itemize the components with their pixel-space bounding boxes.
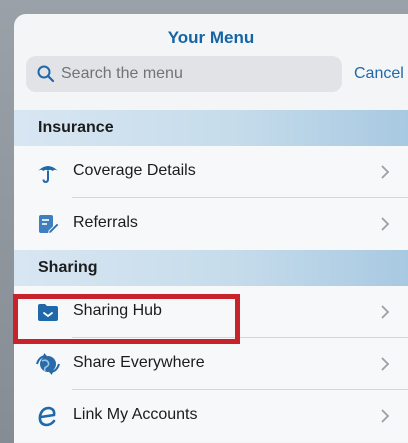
menu-item-label: Share Everywhere bbox=[73, 354, 205, 371]
globe-share-icon bbox=[36, 353, 60, 375]
search-input[interactable]: Search the menu bbox=[61, 65, 183, 83]
menu-sheet: Your Menu Search the menu Cancel Insuran… bbox=[14, 14, 408, 443]
section-label: Insurance bbox=[38, 119, 114, 136]
chevron-right-icon bbox=[381, 357, 390, 371]
menu-item-label: Link My Accounts bbox=[73, 406, 198, 423]
section-header-insurance: Insurance bbox=[14, 110, 408, 146]
menu-item-label: Coverage Details bbox=[73, 162, 196, 179]
search-field[interactable]: Search the menu bbox=[26, 56, 342, 92]
chevron-right-icon bbox=[381, 217, 390, 231]
chevron-right-icon bbox=[381, 165, 390, 179]
umbrella-icon bbox=[38, 166, 58, 184]
section-header-sharing: Sharing bbox=[14, 250, 408, 286]
section-label: Sharing bbox=[38, 259, 98, 276]
highlight-box bbox=[13, 294, 240, 344]
menu-item-referrals[interactable]: Referrals bbox=[14, 198, 408, 250]
search-icon bbox=[37, 65, 55, 83]
chevron-right-icon bbox=[381, 409, 390, 423]
link-e-icon bbox=[38, 406, 56, 427]
menu-title: Your Menu bbox=[167, 28, 255, 47]
referral-form-icon bbox=[39, 215, 60, 235]
chevron-right-icon bbox=[381, 305, 390, 319]
menu-item-link-my-accounts[interactable]: Link My Accounts bbox=[14, 390, 408, 442]
menu-item-share-everywhere[interactable]: Share Everywhere bbox=[14, 338, 408, 390]
menu-item-label: Referrals bbox=[73, 214, 138, 231]
background-overlay: Your Menu Search the menu Cancel Insuran… bbox=[0, 0, 408, 443]
cancel-button[interactable]: Cancel bbox=[354, 65, 404, 83]
menu-item-coverage-details[interactable]: Coverage Details bbox=[14, 146, 408, 198]
